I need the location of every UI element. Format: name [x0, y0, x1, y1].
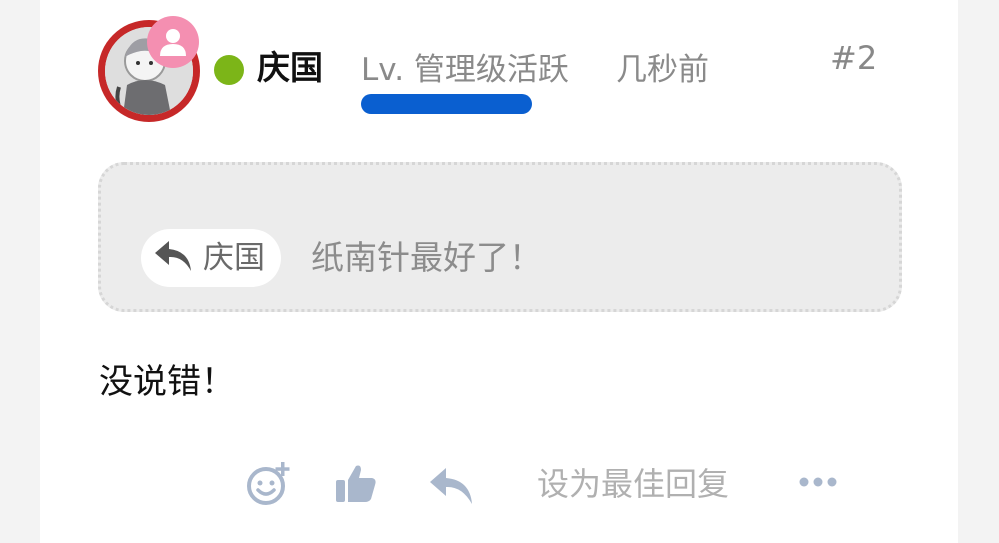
online-status-indicator — [214, 55, 244, 85]
username[interactable]: 庆国 — [257, 46, 323, 90]
more-options-button[interactable] — [798, 468, 838, 496]
add-reaction-button[interactable] — [244, 460, 292, 508]
floor-number: #2 — [830, 39, 878, 77]
quote-author-pill[interactable]: 庆国 — [141, 229, 281, 287]
reply-arrow-icon — [153, 239, 193, 277]
like-button[interactable] — [334, 462, 378, 506]
reply-content: 没说错！ — [99, 362, 235, 402]
page-gutter — [958, 0, 999, 543]
add-reaction-icon — [247, 462, 290, 505]
thumbs-up-icon — [336, 465, 376, 502]
user-level: Lv. 管理级活跃 — [361, 52, 569, 88]
reply-button[interactable] — [428, 464, 474, 508]
quote-author-name: 庆国 — [203, 240, 265, 276]
reply-icon — [430, 468, 472, 504]
quoted-reply[interactable]: 庆国 纸南针最好了！ — [98, 162, 902, 312]
user-badge-icon — [147, 16, 199, 68]
page: 庆国 Lv. 管理级活跃 几秒前 #2 庆国 纸南针最好了！ 没说错！ 设为最佳… — [0, 0, 999, 543]
set-best-answer-button[interactable]: 设为最佳回复 — [537, 460, 729, 508]
level-progress-bar — [361, 94, 532, 114]
quote-text: 纸南针最好了！ — [311, 238, 542, 277]
more-dots-icon — [799, 477, 837, 487]
post-time: 几秒前 — [616, 52, 709, 88]
